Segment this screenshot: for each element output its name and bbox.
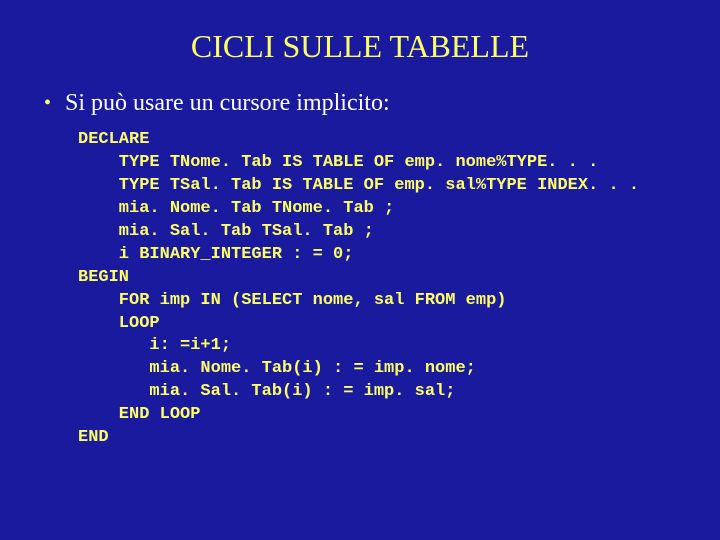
- bullet-dot-icon: •: [44, 89, 51, 117]
- slide-title: CICLI SULLE TABELLE: [40, 28, 680, 65]
- bullet-item: • Si può usare un cursore implicito:: [40, 89, 680, 117]
- code-block: DECLARE TYPE TNome. Tab IS TABLE OF emp.…: [40, 129, 680, 450]
- bullet-text: Si può usare un cursore implicito:: [65, 89, 390, 117]
- slide-container: CICLI SULLE TABELLE • Si può usare un cu…: [0, 0, 720, 470]
